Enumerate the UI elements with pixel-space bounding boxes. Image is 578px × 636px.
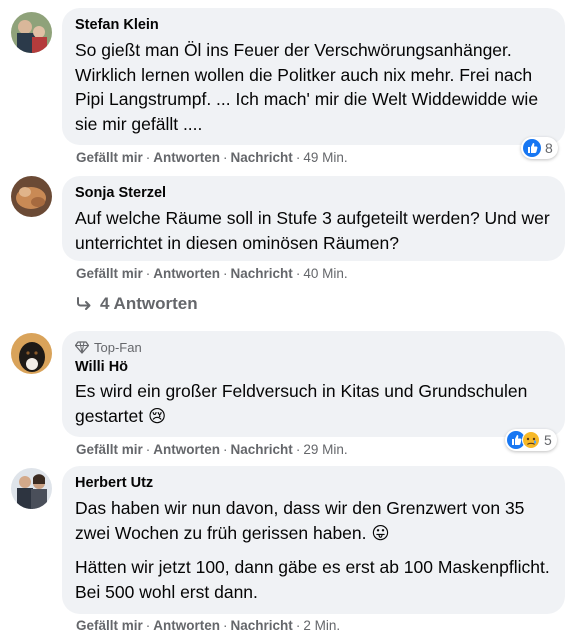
comment-actions: Gefällt mir · Antworten · Nachricht · 49 Min. xyxy=(76,150,348,165)
author-name[interactable]: Willi Hö xyxy=(75,358,552,377)
message-button[interactable]: Nachricht xyxy=(231,150,293,165)
comment-bubble: Sonja Sterzel Auf welche Räume soll in S… xyxy=(62,176,565,261)
separator: · xyxy=(295,442,301,457)
comment-text: Es wird ein großer Feldversuch in Kitas … xyxy=(75,381,528,426)
sad-icon xyxy=(522,431,540,449)
message-button[interactable]: Nachricht xyxy=(231,618,293,633)
separator: · xyxy=(145,618,151,633)
reply-button[interactable]: Antworten xyxy=(153,266,220,281)
avatar[interactable] xyxy=(11,468,52,509)
separator: · xyxy=(295,618,301,633)
timestamp[interactable]: 2 Min. xyxy=(303,618,340,633)
separator: · xyxy=(145,150,151,165)
author-name[interactable]: Herbert Utz xyxy=(75,474,552,493)
avatar-image xyxy=(11,468,52,509)
avatar[interactable] xyxy=(11,12,52,53)
timestamp[interactable]: 40 Min. xyxy=(303,266,347,281)
like-button[interactable]: Gefällt mir xyxy=(76,266,143,281)
top-fan-label: Top-Fan xyxy=(94,340,142,355)
comment-actions: Gefällt mir · Antworten · Nachricht · 2 Min. xyxy=(76,618,340,633)
separator: · xyxy=(223,442,228,457)
reaction-count-value: 5 xyxy=(544,432,552,448)
avatar-image xyxy=(11,176,52,217)
author-name[interactable]: Stefan Klein xyxy=(75,16,552,35)
like-button[interactable]: Gefällt mir xyxy=(76,618,143,633)
reply-button[interactable]: Antworten xyxy=(153,150,220,165)
author-name[interactable]: Sonja Sterzel xyxy=(75,184,552,203)
replies-label: 4 Antworten xyxy=(100,294,198,313)
reply-button[interactable]: Antworten xyxy=(153,618,220,633)
view-replies-button[interactable]: 4 Antworten xyxy=(76,294,198,314)
separator: · xyxy=(223,618,228,633)
like-icon xyxy=(523,139,541,157)
timestamp[interactable]: 49 Min. xyxy=(303,150,347,165)
message-button[interactable]: Nachricht xyxy=(231,442,293,457)
comment-text: Das haben wir nun davon, dass wir den Gr… xyxy=(75,498,525,543)
separator: · xyxy=(223,150,228,165)
reaction-count-value: 8 xyxy=(545,140,553,156)
separator: · xyxy=(295,150,301,165)
reply-arrow-icon xyxy=(77,297,91,310)
comment-bubble: Stefan Klein So gießt man Öl ins Feuer d… xyxy=(62,8,565,145)
comment-bubble: Top-Fan Willi Hö Es wird ein großer Feld… xyxy=(62,331,565,437)
comment-actions: Gefällt mir · Antworten · Nachricht · 40 Min. xyxy=(76,266,348,281)
like-button[interactable]: Gefällt mir xyxy=(76,150,143,165)
separator: · xyxy=(295,266,301,281)
separator: · xyxy=(223,266,228,281)
comment-text: So gießt man Öl ins Feuer der Verschwöru… xyxy=(75,40,539,134)
reaction-count[interactable]: 5 xyxy=(505,429,557,451)
separator: · xyxy=(145,266,151,281)
avatar-image xyxy=(11,12,52,53)
separator: · xyxy=(145,442,151,457)
timestamp[interactable]: 29 Min. xyxy=(303,442,347,457)
top-fan-badge: Top-Fan xyxy=(75,339,552,356)
avatar[interactable] xyxy=(11,176,52,217)
comment-text-paragraph-2: Hätten wir jetzt 100, dann gäbe es erst … xyxy=(75,557,550,602)
avatar[interactable] xyxy=(11,333,52,374)
comment-text: Auf welche Räume soll in Stufe 3 aufgete… xyxy=(75,208,550,253)
comment-actions: Gefällt mir · Antworten · Nachricht · 29 Min. xyxy=(76,442,348,457)
like-button[interactable]: Gefällt mir xyxy=(76,442,143,457)
comment-bubble: Herbert Utz Das haben wir nun davon, das… xyxy=(62,466,565,614)
avatar-image xyxy=(11,333,52,374)
reaction-count[interactable]: 8 xyxy=(521,137,558,159)
reply-button[interactable]: Antworten xyxy=(153,442,220,457)
diamond-icon xyxy=(75,341,89,354)
message-button[interactable]: Nachricht xyxy=(231,266,293,281)
